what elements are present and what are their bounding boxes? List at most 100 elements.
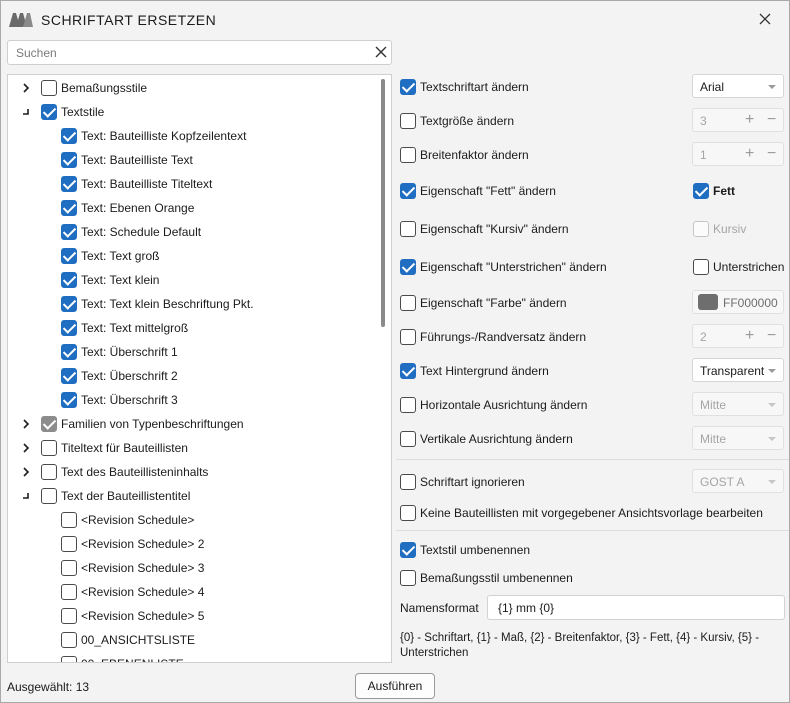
tree-item-checkbox[interactable]: [61, 344, 77, 360]
minus-icon[interactable]: −: [767, 146, 776, 162]
option-background[interactable]: Text Hintergrund ändern: [400, 361, 549, 381]
option-underline[interactable]: Eigenschaft "Unterstrichen" ändern: [400, 257, 607, 277]
color-picker[interactable]: FF000000: [692, 290, 784, 314]
ignore-font-dropdown[interactable]: GOST A: [692, 469, 784, 493]
tree-item[interactable]: <Revision Schedule>: [61, 509, 194, 531]
plus-icon[interactable]: +: [745, 328, 754, 344]
chevron-right-icon[interactable]: [20, 442, 32, 454]
italic-toggle[interactable]: Kursiv: [693, 219, 746, 239]
option-offset[interactable]: Führungs-/Randversatz ändern: [400, 327, 586, 347]
name-format-input[interactable]: [496, 600, 776, 616]
option-width[interactable]: Breitenfaktor ändern: [400, 145, 529, 165]
tree-item[interactable]: 00_ANSICHTSLISTE: [61, 629, 195, 651]
valign-dropdown[interactable]: Mitte: [692, 426, 784, 450]
option-color-checkbox[interactable]: [400, 295, 416, 311]
tree-item[interactable]: Text: Bauteilliste Text: [61, 149, 193, 171]
underline-toggle-checkbox[interactable]: [693, 259, 709, 275]
plus-icon[interactable]: +: [745, 112, 754, 128]
offset-stepper[interactable]: 2 + −: [692, 324, 784, 348]
option-underline-checkbox[interactable]: [400, 259, 416, 275]
tree-item[interactable]: Text: Ebenen Orange: [61, 197, 194, 219]
tree-item[interactable]: Bemaßungsstile: [20, 77, 147, 99]
tree-item[interactable]: Text: Überschrift 3: [61, 389, 178, 411]
tree-item[interactable]: 00_EBENENLISTE: [61, 653, 184, 662]
chevron-right-icon[interactable]: [20, 466, 32, 478]
option-offset-checkbox[interactable]: [400, 329, 416, 345]
option-bold-checkbox[interactable]: [400, 183, 416, 199]
option-font[interactable]: Textschriftart ändern: [400, 77, 529, 97]
chevron-right-icon[interactable]: [20, 418, 32, 430]
font-dropdown[interactable]: Arial: [692, 74, 784, 98]
tree-item[interactable]: <Revision Schedule> 4: [61, 581, 204, 603]
tree-item[interactable]: Text des Bauteillisteninhalts: [20, 461, 208, 483]
option-rename-text[interactable]: Textstil umbenennen: [400, 540, 530, 560]
plus-icon[interactable]: +: [745, 146, 754, 162]
size-stepper[interactable]: 3 + −: [692, 108, 784, 132]
option-italic-checkbox[interactable]: [400, 221, 416, 237]
tree-item[interactable]: Text der Bauteillistentitel: [20, 485, 190, 507]
option-skip-schedules-checkbox[interactable]: [400, 505, 416, 521]
option-width-checkbox[interactable]: [400, 147, 416, 163]
tree-item[interactable]: Text: Text groß: [61, 245, 159, 267]
tree-item-checkbox[interactable]: [41, 440, 57, 456]
option-bold[interactable]: Eigenschaft "Fett" ändern: [400, 181, 556, 201]
tree-item[interactable]: Familien von Typenbeschriftungen: [20, 413, 244, 435]
tree-item[interactable]: Text: Bauteilliste Titeltext: [61, 173, 212, 195]
tree-item-checkbox[interactable]: [61, 152, 77, 168]
option-halign-checkbox[interactable]: [400, 397, 416, 413]
tree-item-checkbox[interactable]: [61, 536, 77, 552]
tree-item-checkbox[interactable]: [61, 392, 77, 408]
background-dropdown[interactable]: Transparent: [692, 358, 784, 382]
underline-toggle[interactable]: Unterstrichen: [693, 257, 784, 277]
halign-dropdown[interactable]: Mitte: [692, 392, 784, 416]
tree-item[interactable]: <Revision Schedule> 5: [61, 605, 204, 627]
search-input[interactable]: [14, 44, 364, 62]
tree-item[interactable]: Titeltext für Bauteillisten: [20, 437, 188, 459]
option-color[interactable]: Eigenschaft "Farbe" ändern: [400, 293, 567, 313]
tree-item-checkbox[interactable]: [41, 416, 57, 432]
option-rename-text-checkbox[interactable]: [400, 542, 416, 558]
tree-item-checkbox[interactable]: [61, 272, 77, 288]
chevron-right-icon[interactable]: [20, 82, 32, 94]
tree-item-checkbox[interactable]: [41, 80, 57, 96]
italic-toggle-checkbox[interactable]: [693, 221, 709, 237]
width-stepper[interactable]: 1 + −: [692, 142, 784, 166]
tree-item[interactable]: <Revision Schedule> 3: [61, 557, 204, 579]
minus-icon[interactable]: −: [767, 328, 776, 344]
tree-item-checkbox[interactable]: [61, 200, 77, 216]
clear-icon[interactable]: [375, 46, 387, 58]
tree-item[interactable]: Text: Text mittelgroß: [61, 317, 188, 339]
option-background-checkbox[interactable]: [400, 363, 416, 379]
tree-item-checkbox[interactable]: [61, 608, 77, 624]
tree-item-checkbox[interactable]: [61, 320, 77, 336]
minus-icon[interactable]: −: [767, 112, 776, 128]
tree-item-checkbox[interactable]: [61, 176, 77, 192]
tree-item-checkbox[interactable]: [61, 128, 77, 144]
tree-item[interactable]: Textstile: [20, 101, 104, 123]
tree-item-checkbox[interactable]: [61, 584, 77, 600]
tree-item-checkbox[interactable]: [61, 368, 77, 384]
tree-item-checkbox[interactable]: [61, 224, 77, 240]
tree-item-checkbox[interactable]: [61, 632, 77, 648]
category-tree[interactable]: Bemaßungsstile Textstile Text: Bauteillist…: [7, 74, 392, 663]
bold-toggle[interactable]: Fett: [693, 181, 735, 201]
tree-item-checkbox[interactable]: [61, 296, 77, 312]
tree-item[interactable]: <Revision Schedule> 2: [61, 533, 204, 555]
option-halign[interactable]: Horizontale Ausrichtung ändern: [400, 395, 587, 415]
option-italic[interactable]: Eigenschaft "Kursiv" ändern: [400, 219, 569, 239]
tree-item[interactable]: Text: Bauteilliste Kopfzeilentext: [61, 125, 246, 147]
option-ignore-font[interactable]: Schriftart ignorieren: [400, 472, 525, 492]
tree-scrollbar-thumb[interactable]: [381, 79, 385, 327]
tree-item-checkbox[interactable]: [61, 512, 77, 528]
bold-toggle-checkbox[interactable]: [693, 183, 709, 199]
option-size[interactable]: Textgröße ändern: [400, 111, 514, 131]
close-button[interactable]: [753, 8, 777, 30]
tree-item-checkbox[interactable]: [41, 488, 57, 504]
option-rename-dim[interactable]: Bemaßungsstil umbenennen: [400, 568, 573, 588]
tree-item[interactable]: Text: Schedule Default: [61, 221, 201, 243]
option-ignore-font-checkbox[interactable]: [400, 474, 416, 490]
tree-item-checkbox[interactable]: [61, 248, 77, 264]
tree-item[interactable]: Text: Text klein: [61, 269, 159, 291]
option-valign[interactable]: Vertikale Ausrichtung ändern: [400, 429, 573, 449]
option-rename-dim-checkbox[interactable]: [400, 570, 416, 586]
